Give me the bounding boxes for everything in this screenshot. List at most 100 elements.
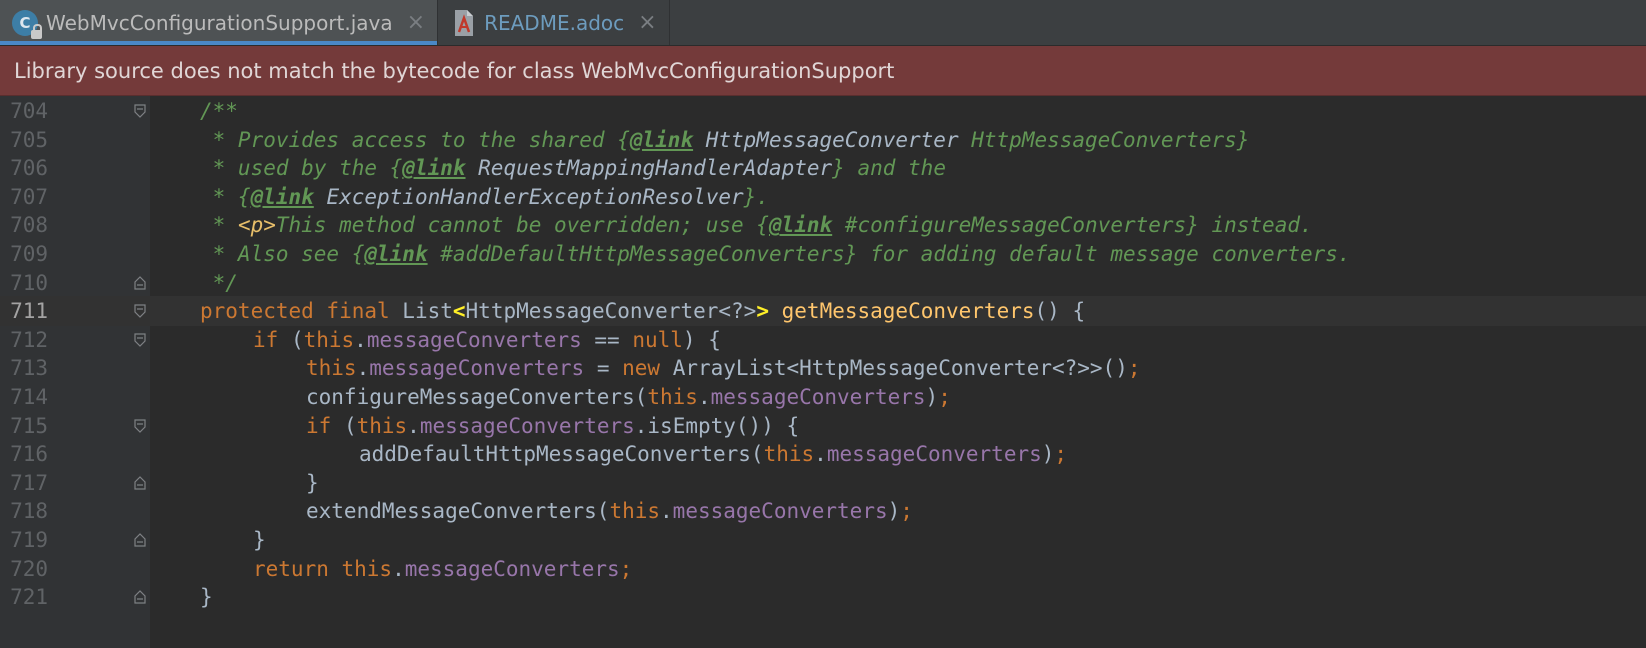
code-token: RequestMappingHandlerAdapter [465, 156, 833, 181]
code-line[interactable]: 720 return this.messageConverters; [0, 554, 1646, 584]
code-line[interactable]: 710 */ [0, 268, 1646, 298]
fold-end-icon[interactable] [134, 275, 146, 290]
code-token: HttpMessageConverter [693, 127, 959, 152]
code-token: @link [364, 242, 428, 266]
code-token: } and the [832, 156, 946, 181]
code-token: */ [200, 270, 238, 295]
code-token: This method cannot be overridden; use { [275, 213, 769, 238]
code-token: messageConverters [826, 442, 1042, 467]
code-token: messageConverters [419, 413, 635, 438]
code-token: ArrayList<HttpMessageConverter<?>>() [672, 356, 1128, 381]
code-text: extendMessageConverters(this.messageConv… [306, 496, 913, 526]
code-line[interactable]: 706 * used by the {@link RequestMappingH… [0, 153, 1646, 183]
code-line[interactable]: 717} [0, 468, 1646, 498]
code-token: ) { [682, 327, 721, 352]
fold-end-icon[interactable] [134, 590, 146, 604]
code-line[interactable]: 708 * <p>This method cannot be overridde… [0, 210, 1646, 240]
code-line[interactable]: 715 if (this.messageConverters.isEmpty())… [0, 411, 1646, 441]
code-token: == [581, 327, 633, 352]
code-line[interactable]: 704 /** [0, 96, 1646, 126]
code-token: * [200, 213, 238, 238]
code-text: * Provides access to the shared {@link H… [200, 125, 1250, 155]
line-number: 718 [10, 499, 48, 524]
code-line[interactable]: 713 this.messageConverters = new ArrayLis… [0, 353, 1646, 383]
code-token: = [584, 356, 623, 381]
code-token: addDefaultHttpMessageConverters( [359, 442, 764, 467]
line-number: 717 [10, 470, 48, 495]
code-token: . [814, 442, 827, 467]
code-editor[interactable]: 704/** 705 * Provides access to the share… [0, 96, 1646, 648]
code-token: * used by the { [200, 156, 403, 181]
fold-end-icon[interactable] [134, 475, 146, 490]
code-line[interactable]: 716 addDefaultHttpMessageConverters(this.… [0, 439, 1646, 469]
code-text: */ [200, 268, 238, 298]
code-token: messageConverters [672, 499, 888, 524]
tab-webmvc-configuration-support[interactable]: C WebMvcConfigurationSupport.java × [0, 0, 439, 45]
code-line[interactable]: 719} [0, 525, 1646, 555]
java-class-icon: C [12, 9, 42, 39]
line-number: 706 [10, 156, 48, 181]
code-token: protected final [200, 299, 403, 324]
code-token: messageConverters [366, 327, 582, 352]
code-token: < [452, 299, 466, 324]
line-number: 720 [10, 556, 48, 581]
code-token: . [392, 556, 405, 581]
code-token: }. [743, 184, 769, 209]
fold-start-icon[interactable] [134, 304, 146, 319]
code-line[interactable]: 721} [0, 582, 1646, 612]
code-token: HttpMessageConverter<?> [465, 299, 757, 324]
code-token: } [306, 470, 319, 495]
tab-readme[interactable]: README.adoc × [438, 0, 670, 45]
code-token: @link [629, 127, 694, 152]
code-line[interactable]: 718 extendMessageConverters(this.messageC… [0, 496, 1646, 526]
code-token: <p> [237, 213, 276, 238]
code-token: ; [619, 556, 633, 581]
code-token: ; [1054, 442, 1068, 467]
code-token: . [354, 327, 367, 352]
code-text: if (this.messageConverters == null) { [253, 325, 721, 355]
code-token: .isEmpty()) { [634, 413, 800, 438]
code-line[interactable]: 707 * {@link ExceptionHandlerExceptionRe… [0, 182, 1646, 212]
fold-end-icon[interactable] [134, 533, 146, 547]
code-token: this [609, 499, 661, 524]
java-class-icon-letter: C [19, 13, 31, 32]
fold-start-icon[interactable] [134, 333, 146, 347]
code-token: return this [253, 556, 393, 581]
code-token: extendMessageConverters( [306, 499, 610, 524]
code-text: /** [200, 96, 238, 126]
code-line[interactable]: 714 configureMessageConverters(this.messa… [0, 382, 1646, 412]
code-token: ( [343, 413, 357, 438]
line-number: 716 [10, 442, 48, 467]
code-token: . [407, 413, 420, 438]
line-number: 719 [10, 528, 48, 552]
code-line[interactable]: 705 * Provides access to the shared {@li… [0, 125, 1646, 155]
fold-start-icon[interactable] [134, 104, 146, 118]
code-token: * Also see { [200, 242, 365, 266]
code-text: addDefaultHttpMessageConverters(this.mes… [359, 439, 1067, 469]
line-number: 715 [10, 413, 48, 438]
code-line[interactable]: 711 protected final List<HttpMessageConve… [0, 296, 1646, 327]
code-text: * <p>This method cannot be overridden; u… [200, 210, 1313, 240]
code-text: return this.messageConverters; [253, 554, 632, 584]
tab-label: README.adoc [484, 10, 625, 35]
line-number: 712 [10, 327, 48, 352]
close-icon[interactable]: × [407, 11, 425, 34]
code-token: new [622, 356, 673, 381]
code-token: messageConverters [710, 385, 926, 409]
line-number: 713 [10, 356, 48, 381]
code-token: this [763, 442, 815, 467]
code-token: @link [250, 184, 314, 209]
close-icon[interactable]: × [638, 11, 656, 34]
code-token: . [660, 499, 673, 524]
code-line[interactable]: 709 * Also see {@link #addDefaultHttpMes… [0, 239, 1646, 269]
code-token: null [632, 327, 683, 352]
code-text: * Also see {@link #addDefaultHttpMessage… [200, 239, 1351, 269]
code-token: > [756, 299, 769, 324]
fold-start-icon[interactable] [134, 418, 146, 433]
code-line[interactable]: 712 if (this.messageConverters == null) { [0, 325, 1646, 355]
code-token: HttpMessageConverters} [958, 127, 1250, 152]
code-token: * Provides access to the shared { [200, 127, 630, 152]
asciidoc-file-icon [455, 9, 474, 36]
code-token: ) [887, 499, 901, 524]
